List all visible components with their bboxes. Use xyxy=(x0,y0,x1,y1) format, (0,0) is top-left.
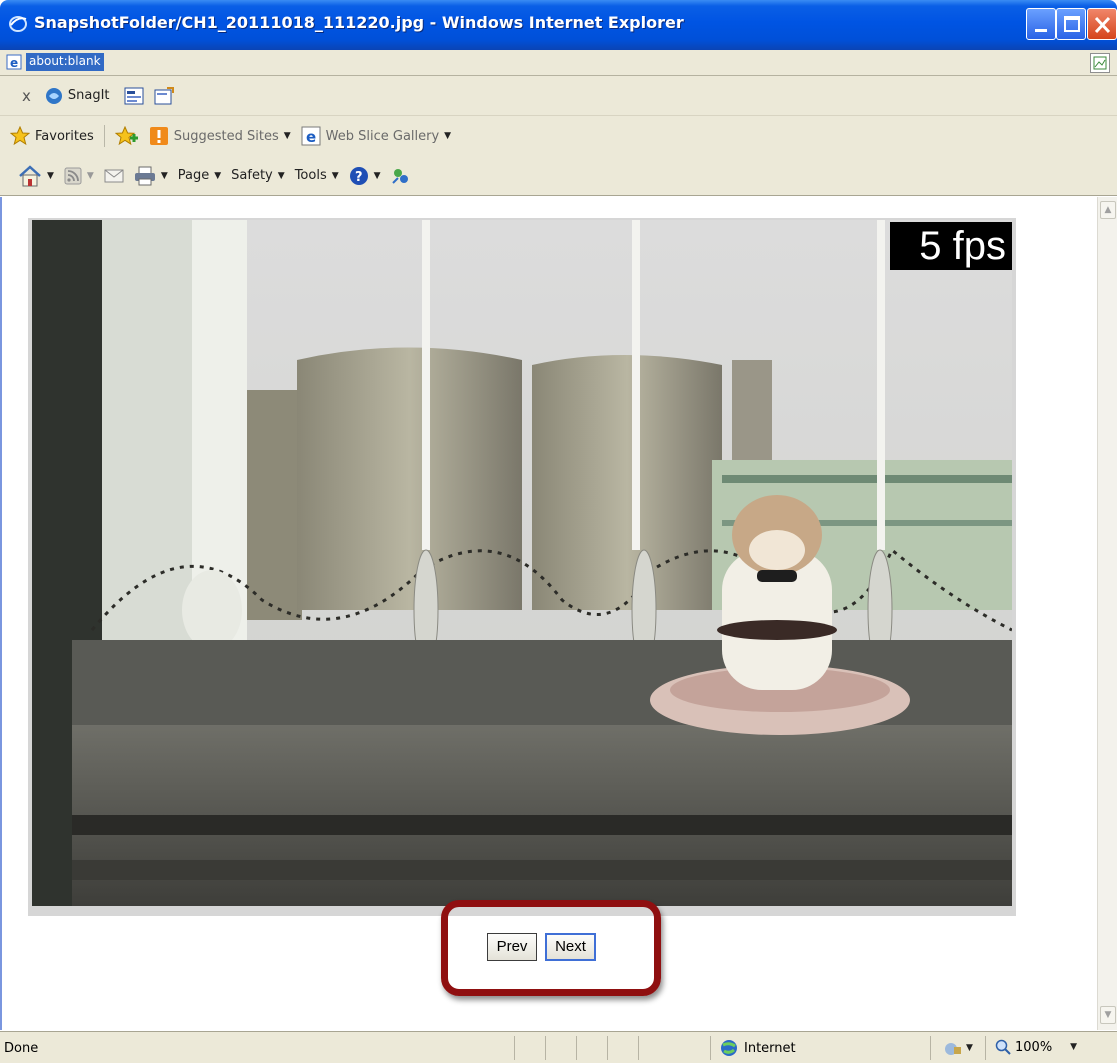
zone-label: Internet xyxy=(744,1040,796,1056)
status-divider xyxy=(985,1036,986,1060)
safety-menu[interactable]: Safety ▼ xyxy=(231,168,285,183)
svg-text:e: e xyxy=(306,128,316,146)
command-bar: ▼ ▼ ▼ Page ▼ Safety ▼ Tools ▼ ? ▼ xyxy=(0,156,1117,196)
page-menu[interactable]: Page ▼ xyxy=(178,168,221,183)
compatibility-view-icon[interactable] xyxy=(1090,53,1110,73)
status-bar: Done Internet ▼ 100% ▼ xyxy=(0,1031,1117,1063)
chevron-down-icon: ▼ xyxy=(331,170,339,181)
add-to-favorites-button[interactable] xyxy=(114,126,139,146)
read-mail-button[interactable] xyxy=(104,168,124,184)
status-divider xyxy=(930,1036,931,1060)
snagit-label: SnagIt xyxy=(67,88,110,103)
chevron-down-icon: ▼ xyxy=(444,131,452,141)
research-button[interactable] xyxy=(391,166,411,186)
tools-menu-label: Tools xyxy=(294,168,327,183)
chevron-down-icon: ▼ xyxy=(373,170,381,181)
snagit-editor-button[interactable] xyxy=(154,86,174,105)
chevron-down-icon: ▼ xyxy=(160,170,168,181)
protected-mode-icon xyxy=(945,1043,961,1055)
star-icon xyxy=(10,126,30,146)
close-button[interactable] xyxy=(1087,8,1117,40)
page-icon: e xyxy=(6,54,22,70)
suggested-sites-button[interactable]: Suggested Sites ▼ xyxy=(149,126,291,146)
favorites-bar: Favorites Suggested Sites ▼ e Web Slice … xyxy=(0,116,1117,156)
minimize-button[interactable] xyxy=(1026,8,1056,40)
address-input[interactable]: about:blank xyxy=(26,53,104,71)
rss-feed-icon xyxy=(64,167,82,184)
web-slice-label: Web Slice Gallery xyxy=(325,128,440,144)
suggested-sites-icon xyxy=(149,127,168,145)
safety-menu-label: Safety xyxy=(231,168,273,183)
feeds-button[interactable]: ▼ xyxy=(64,167,94,185)
svg-text:?: ? xyxy=(355,170,363,185)
snapshot-image xyxy=(32,220,1012,906)
help-icon: ? xyxy=(349,166,368,185)
mail-icon xyxy=(104,169,124,182)
favorites-button[interactable]: Favorites xyxy=(10,126,94,146)
status-divider xyxy=(607,1036,608,1060)
chevron-down-icon: ▼ xyxy=(966,1043,973,1053)
snagit-capture-button[interactable] xyxy=(124,87,144,105)
minimize-icon xyxy=(1035,29,1047,32)
ie-logo-icon xyxy=(9,16,27,32)
scroll-down-icon[interactable]: ▼ xyxy=(1100,1006,1116,1024)
maximize-button[interactable] xyxy=(1056,8,1086,40)
page-menu-label: Page xyxy=(177,168,210,183)
tools-menu[interactable]: Tools ▼ xyxy=(295,168,339,183)
ie-page-icon: e xyxy=(301,126,321,146)
zoom-label: 100% xyxy=(1015,1039,1053,1055)
status-divider xyxy=(576,1036,577,1060)
print-button[interactable]: ▼ xyxy=(134,166,168,186)
protected-mode-button[interactable]: ▼ xyxy=(944,1040,973,1056)
status-divider xyxy=(545,1036,546,1060)
chevron-down-icon: ▼ xyxy=(283,131,291,141)
chevron-down-icon: ▼ xyxy=(214,170,222,181)
printer-icon xyxy=(134,166,155,185)
suggested-sites-label: Suggested Sites xyxy=(173,128,279,144)
capture-icon xyxy=(124,87,144,104)
highlight-annotation xyxy=(441,900,661,996)
research-icon xyxy=(391,168,408,184)
snagit-button[interactable]: SnagIt xyxy=(45,87,110,105)
close-icon xyxy=(1094,16,1111,34)
home-button[interactable]: ▼ xyxy=(18,164,54,187)
home-icon xyxy=(19,164,41,186)
status-divider xyxy=(710,1036,711,1060)
chevron-down-icon: ▼ xyxy=(1070,1042,1078,1052)
maximize-icon xyxy=(1064,16,1080,32)
zoom-level[interactable]: 100% ▼ xyxy=(995,1039,1077,1055)
chevron-down-icon: ▼ xyxy=(86,170,94,181)
status-divider xyxy=(638,1036,639,1060)
status-divider xyxy=(514,1036,515,1060)
snagit-toolbar: x SnagIt xyxy=(0,76,1117,116)
chevron-down-icon: ▼ xyxy=(47,170,54,181)
globe-icon xyxy=(721,1040,737,1056)
snapshot-picture xyxy=(32,220,1012,906)
chevron-down-icon: ▼ xyxy=(277,170,285,181)
help-menu[interactable]: ? ▼ xyxy=(349,166,381,186)
status-text: Done xyxy=(4,1041,39,1056)
snagit-icon xyxy=(45,87,62,104)
add-favorite-icon xyxy=(114,126,138,146)
editor-icon xyxy=(154,86,174,104)
title-bar[interactable]: SnapshotFolder/CH1_20111018_111220.jpg -… xyxy=(0,0,1117,50)
web-slice-gallery-button[interactable]: e Web Slice Gallery ▼ xyxy=(301,126,451,146)
vertical-scrollbar[interactable]: ▲ ▼ xyxy=(1097,197,1117,1030)
address-bar: e about:blank xyxy=(0,50,1117,76)
fps-overlay: 5 fps xyxy=(890,222,1012,270)
toolbar-close-button[interactable]: x xyxy=(22,87,31,105)
security-zone[interactable]: Internet xyxy=(720,1039,796,1057)
zoom-icon xyxy=(995,1039,1011,1055)
scroll-up-icon[interactable]: ▲ xyxy=(1100,201,1116,219)
svg-text:e: e xyxy=(10,56,18,70)
favorites-separator xyxy=(103,125,105,147)
favorites-label: Favorites xyxy=(35,128,94,144)
window-title: SnapshotFolder/CH1_20111018_111220.jpg -… xyxy=(34,13,684,32)
